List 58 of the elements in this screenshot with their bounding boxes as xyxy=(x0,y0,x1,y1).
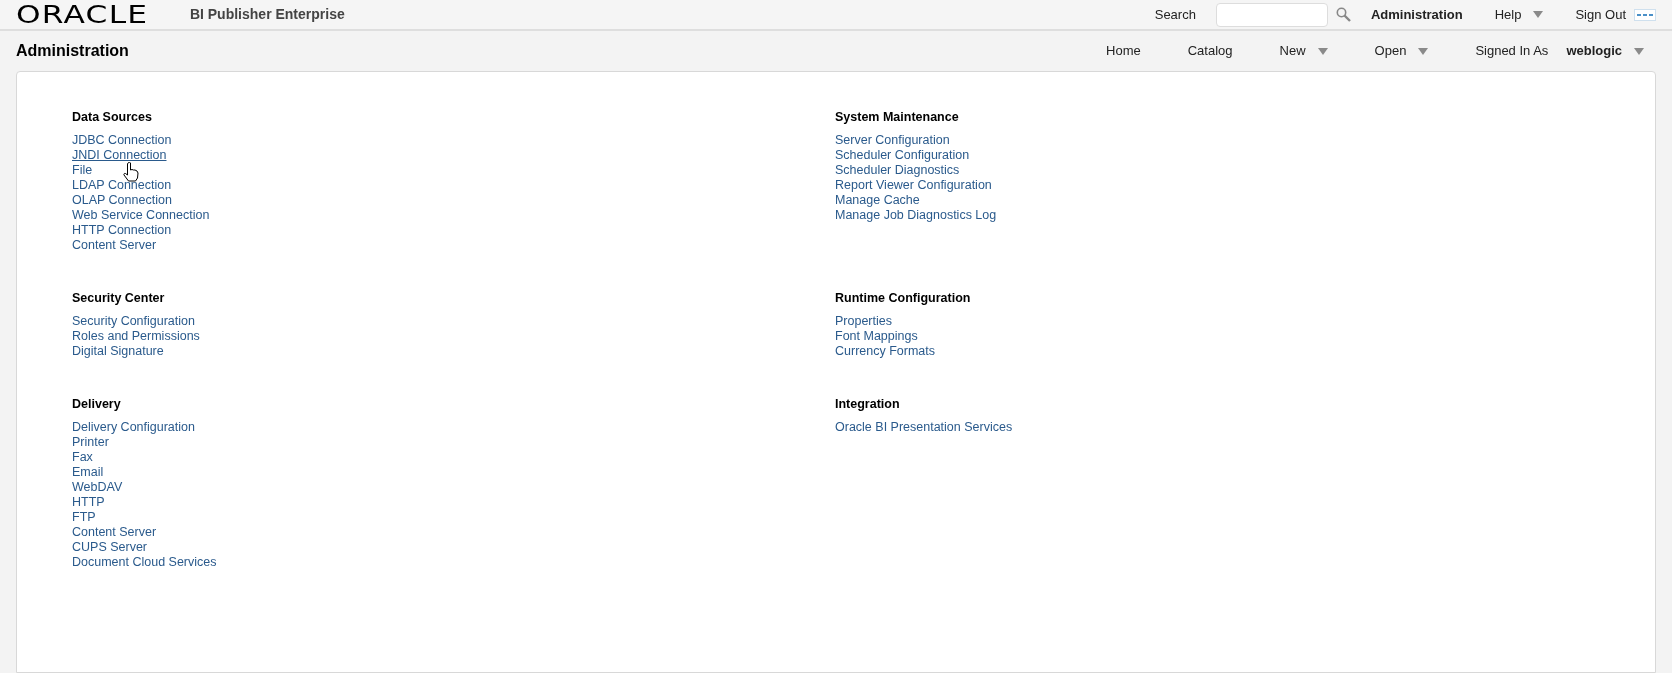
admin-link[interactable]: LDAP Connection xyxy=(72,178,172,193)
admin-link[interactable]: Content Server xyxy=(72,238,157,253)
admin-link[interactable]: Scheduler Configuration xyxy=(835,148,970,163)
admin-link[interactable]: JNDI Connection xyxy=(72,148,167,163)
admin-link[interactable]: CUPS Server xyxy=(72,540,148,555)
admin-link[interactable]: Server Configuration xyxy=(835,133,950,148)
hand-cursor-icon xyxy=(123,162,139,182)
admin-link[interactable]: File xyxy=(72,163,93,178)
admin-link[interactable]: Content Server xyxy=(72,525,157,540)
admin-link[interactable]: Fax xyxy=(72,450,93,465)
section-heading: Delivery xyxy=(72,397,121,412)
admin-link[interactable]: Properties xyxy=(835,314,892,329)
search-label: Search xyxy=(1154,5,1196,24)
nav-link[interactable]: Catalog xyxy=(1187,41,1233,61)
admin-link[interactable]: HTTP xyxy=(72,495,105,510)
section-heading: Integration xyxy=(835,397,900,412)
admin-link[interactable]: Roles and Permissions xyxy=(72,329,200,344)
section-heading: Security Center xyxy=(72,291,165,306)
admin-link[interactable]: Document Cloud Services xyxy=(72,555,217,570)
admin-link[interactable]: JDBC Connection xyxy=(72,133,172,148)
caret-icon[interactable] xyxy=(1533,11,1544,18)
section-heading: Data Sources xyxy=(72,110,152,125)
admin-link[interactable]: Manage Cache xyxy=(835,193,920,208)
section-heading: System Maintenance xyxy=(835,110,959,125)
brand-logo: ORACLE xyxy=(16,2,149,27)
admin-link[interactable]: OLAP Connection xyxy=(72,193,172,208)
admin-link[interactable]: WebDAV xyxy=(72,480,123,495)
caret-icon[interactable] xyxy=(1634,47,1644,55)
section-heading: Runtime Configuration xyxy=(835,291,971,306)
admin-link[interactable]: Security Configuration xyxy=(72,314,195,329)
menu-link[interactable]: New xyxy=(1279,41,1306,61)
search-field[interactable] xyxy=(1215,2,1328,27)
caret-icon[interactable] xyxy=(1317,47,1328,55)
admin-link[interactable]: Report Viewer Configuration xyxy=(835,178,992,193)
nav-link[interactable]: Sign Out xyxy=(1575,4,1626,25)
menu-link[interactable]: Open xyxy=(1374,41,1407,61)
menu-link[interactable]: Help xyxy=(1494,4,1522,25)
admin-link[interactable]: Email xyxy=(72,465,104,480)
admin-link[interactable]: HTTP Connection xyxy=(72,223,172,238)
menu-icon[interactable] xyxy=(1634,8,1656,21)
administration-link[interactable]: Administration xyxy=(1370,4,1463,25)
admin-link[interactable]: Manage Job Diagnostics Log xyxy=(835,208,997,223)
admin-link[interactable]: Delivery Configuration xyxy=(72,420,195,435)
admin-link[interactable]: Currency Formats xyxy=(835,344,936,359)
product-name: BI Publisher Enterprise xyxy=(189,5,345,24)
admin-link[interactable]: Printer xyxy=(72,435,109,450)
nav-link[interactable]: Home xyxy=(1106,41,1141,61)
page-title: Administration xyxy=(16,41,129,61)
admin-link[interactable]: Oracle BI Presentation Services xyxy=(835,420,1013,435)
caret-icon[interactable] xyxy=(1418,47,1429,55)
admin-link[interactable]: Scheduler Diagnostics xyxy=(835,163,960,178)
signed-in-label: Signed In As xyxy=(1475,42,1549,61)
admin-link[interactable]: Font Mappings xyxy=(835,329,918,344)
user-menu[interactable]: weblogic xyxy=(1566,41,1622,61)
admin-link[interactable]: Digital Signature xyxy=(72,344,164,359)
admin-link[interactable]: Web Service Connection xyxy=(72,208,210,223)
admin-link[interactable]: FTP xyxy=(72,510,96,525)
search-icon[interactable] xyxy=(1335,7,1351,22)
